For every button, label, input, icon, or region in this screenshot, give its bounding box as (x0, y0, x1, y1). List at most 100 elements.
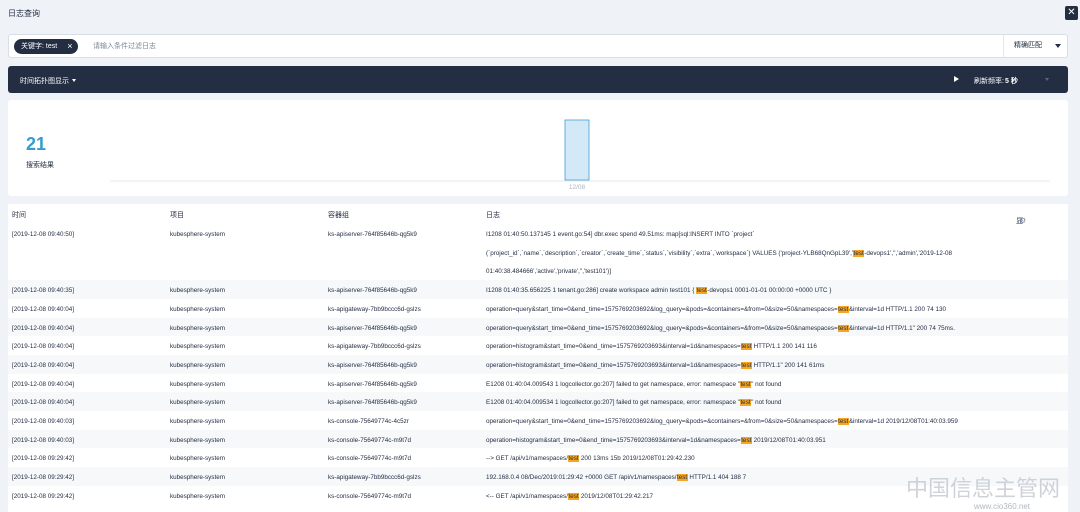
log-project: kubesphere-system (170, 474, 225, 482)
keyword-highlight: test (567, 455, 580, 463)
keyword-chip-label: 关键字: test (21, 43, 58, 50)
log-pod: ks-console-75649774c-m9t7d (328, 455, 411, 463)
log-text: operation=query&start_time=0&end_time=15… (486, 324, 838, 332)
log-message-line: I1208 01:40:35.656225 1 tenant.go:286] c… (486, 287, 832, 295)
log-text: operation=query&start_time=0&end_time=15… (486, 418, 838, 425)
keyword-highlight: test (567, 492, 580, 500)
log-project: kubesphere-system (170, 492, 225, 500)
log-row[interactable]: [2019-12-08 09:40:04] kubesphere-system ks… (8, 374, 1068, 393)
log-pod: ks-apigateway-7bb9bccc6d-gslzs (328, 474, 421, 482)
log-text: 2019/12/08T01:40:03.951 (751, 436, 826, 444)
log-text: HTTP/1.1" 200 141 61ms (751, 361, 825, 369)
log-project: kubesphere-system (170, 455, 225, 463)
refresh-interval-value[interactable]: 5 秒 (1005, 76, 1018, 86)
log-row[interactable]: [2019-12-08 09:40:04] kubesphere-system ks… (8, 299, 1068, 318)
log-time: [2019-12-08 09:40:50] (12, 231, 74, 238)
refresh-dropdown-icon[interactable] (1045, 78, 1049, 81)
log-row[interactable]: [2019-12-08 09:40:03] kubesphere-system ks… (8, 429, 1068, 449)
log-text: operation=histogram&start_time=0&end_tim… (486, 343, 741, 351)
log-message-line: operation=histogram&start_time=0&end_tim… (486, 436, 826, 444)
time-topology-toggle[interactable]: 时间拓扑图显示 (20, 76, 76, 86)
log-text: I1208 01:40:50.137145 1 event.go:54] dbr… (486, 231, 755, 238)
log-pod: ks-apigateway-7bb9bccc6d-gslzs (328, 305, 421, 313)
log-text: HTTP/1.1 200 141 116 (751, 343, 817, 351)
log-message-line: --> GET /api/v1/namespaces/test 200 13ms… (486, 455, 695, 463)
log-pod: ks-console-75649774c-m9t7d (328, 436, 411, 444)
chevron-down-icon (1055, 44, 1061, 48)
log-text: operation=histogram&start_time=0&end_tim… (486, 436, 741, 444)
search-bar: 关键字: test × 精确匹配 (8, 34, 1068, 58)
log-pod: ks-apiserver-764f85646b-qg5k9 (328, 231, 417, 238)
log-text: --> GET /api/v1/namespaces/ (486, 455, 568, 463)
log-row[interactable]: [2019-12-08 09:40:04] kubesphere-system ks… (8, 336, 1068, 355)
log-message-line: E1208 01:40:04.009543 1 logcollector.go:… (486, 380, 781, 388)
log-pod: ks-apigateway-7bb9bccc6d-gslzs (328, 343, 421, 351)
log-text: &interval=1d HTTP/1.1 200 74 130 (848, 305, 946, 313)
log-project: kubesphere-system (170, 399, 225, 407)
match-mode-select[interactable]: 精确匹配 (1003, 35, 1069, 57)
log-row[interactable]: [2019-12-08 09:40:50] kubesphere-system ks… (8, 224, 1068, 280)
log-message-line: <-- GET /api/v1/namespaces/test 2019/12/… (486, 492, 653, 500)
log-project: kubesphere-system (170, 418, 225, 425)
log-row[interactable]: [2019-12-08 09:40:04] kubesphere-system ks… (8, 354, 1068, 374)
remove-chip-icon[interactable]: × (67, 39, 72, 54)
log-table-header: 时间 项目 容器组 日志 显示内容⚙ (8, 204, 1068, 255)
log-message-line: operation=query&start_time=0&end_time=15… (486, 324, 955, 332)
keyword-highlight: test (696, 287, 708, 295)
log-message-line: operation=histogram&start_time=0&end_tim… (486, 343, 817, 351)
log-row[interactable]: [2019-12-08 09:29:42] kubesphere-system ks… (8, 448, 1068, 467)
log-time: [2019-12-08 09:40:04] (12, 361, 74, 369)
log-time: [2019-12-08 09:40:03] (12, 436, 74, 444)
log-text: I1208 01:40:35.656225 1 tenant.go:286] c… (486, 287, 697, 295)
keyword-highlight: test (837, 305, 849, 313)
log-project: kubesphere-system (170, 287, 225, 295)
keyword-highlight: test (837, 418, 849, 425)
log-text: operation=histogram&start_time=0&end_tim… (486, 361, 741, 369)
log-row[interactable]: [2019-12-08 09:29:42] kubesphere-system ks… (8, 467, 1068, 486)
log-time: [2019-12-08 09:40:03] (12, 418, 74, 425)
keyword-highlight: test (739, 380, 752, 388)
log-pod: ks-console-75649774c-4c5zr (328, 418, 409, 425)
caret-down-icon (72, 79, 76, 82)
log-row[interactable]: [2019-12-08 09:40:03] kubesphere-system ks… (8, 411, 1068, 430)
log-text: (`project_id`,`name`,`description`,`crea… (486, 249, 854, 257)
play-icon[interactable] (954, 76, 959, 82)
keyword-filter-chip[interactable]: 关键字: test × (14, 39, 79, 54)
histogram-panel: 21 搜索结果 12/08 (8, 100, 1068, 196)
log-pod: ks-apiserver-764f85646b-qg5k9 (328, 324, 417, 332)
log-text: operation=query&start_time=0&end_time=15… (486, 305, 838, 313)
log-message-line: 192.168.0.4 08/Dec/2019:01:29:42 +0000 G… (486, 474, 746, 482)
log-row[interactable]: [2019-12-08 09:40:35] kubesphere-system ks… (8, 280, 1068, 299)
log-project: kubesphere-system (170, 436, 225, 444)
log-text: 200 13ms 15b 2019/12/08T01:29:42.230 (579, 455, 695, 463)
log-time: [2019-12-08 09:40:35] (12, 287, 74, 295)
histogram-bar[interactable] (564, 119, 590, 181)
log-text: E1208 01:40:04.009534 1 logcollector.go:… (486, 399, 740, 407)
log-row[interactable]: [2019-12-08 09:29:42] kubesphere-system ks… (8, 486, 1068, 505)
log-pod: ks-apiserver-764f85646b-qg5k9 (328, 380, 417, 388)
log-time: [2019-12-08 09:40:04] (12, 324, 74, 332)
log-pod: ks-console-75649774c-m9t7d (328, 492, 411, 500)
histogram-toolbar: 时间拓扑图显示 刷新频率: 5 秒 (8, 66, 1068, 93)
keyword-highlight: test (740, 361, 752, 369)
log-time: [2019-12-08 09:29:42] (12, 455, 74, 463)
window-title: 日志查询 (8, 9, 40, 18)
log-text: -devops1 0001-01-01 00:00:00 +0000 UTC } (707, 287, 832, 295)
header-time: 时间 (12, 212, 26, 219)
histogram-chart: 12/08 (110, 119, 1050, 191)
title-bar: 日志查询 ✕ (0, 0, 1080, 28)
log-message-line: operation=query&start_time=0&end_time=15… (486, 305, 946, 313)
log-text: &interval=1d HTTP/1.1" 200 74 75ms. (848, 324, 955, 332)
log-time: [2019-12-08 09:40:04] (12, 305, 74, 313)
close-button[interactable]: ✕ (1065, 6, 1078, 20)
log-text: <-- GET /api/v1/namespaces/ (486, 492, 568, 500)
refresh-label: 刷新频率: (974, 78, 1004, 85)
log-row[interactable]: [2019-12-08 09:40:04] kubesphere-system ks… (8, 317, 1068, 337)
log-project: kubesphere-system (170, 343, 225, 351)
header-log: 日志 (486, 212, 500, 219)
log-row[interactable]: [2019-12-08 09:40:04] kubesphere-system ks… (8, 392, 1068, 411)
search-input[interactable] (93, 39, 973, 54)
log-message-line: operation=histogram&start_time=0&end_tim… (486, 361, 825, 369)
log-text: -devops1','','admin','2019-12-08 (864, 249, 952, 257)
time-topology-label: 时间拓扑图显示 (20, 78, 69, 85)
